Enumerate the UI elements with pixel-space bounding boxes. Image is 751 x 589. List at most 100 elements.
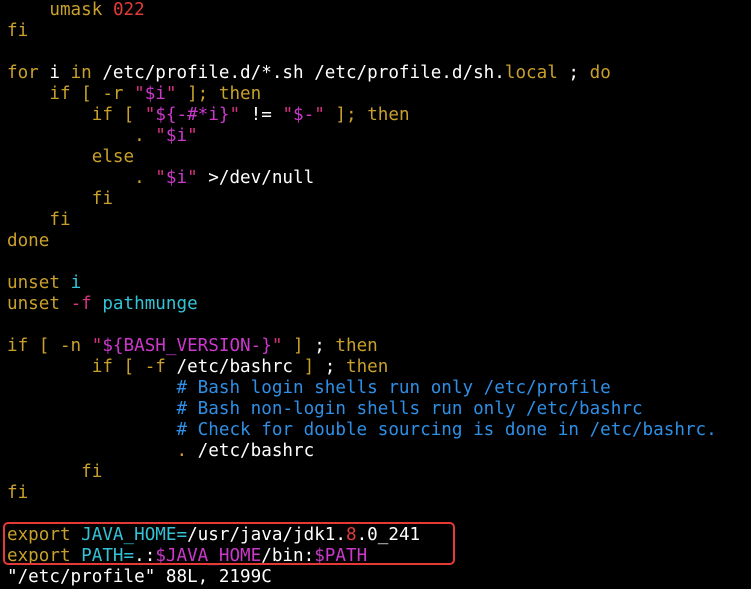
code-token-keyword: for: [7, 63, 39, 83]
code-token-keyword: export: [7, 546, 71, 566]
code-token-keyword: [: [123, 357, 135, 377]
code-line: if [ -r "$i" ]; then: [7, 84, 751, 105]
code-line: if [ "${-#*i}" != "$-" ]; then: [7, 105, 751, 126]
code-line: else: [7, 147, 751, 168]
code-token-string: ": [271, 336, 283, 356]
code-token-keyword: export: [7, 525, 71, 545]
code-token-string: ": [144, 105, 156, 125]
code-token-text: .0_241: [356, 525, 421, 545]
code-token-keyword: local: [504, 63, 558, 83]
code-token-keyword: else: [91, 147, 135, 167]
code-token-keyword: .: [134, 126, 145, 146]
code-token-string: -f: [70, 294, 92, 314]
code-line: for i in /etc/profile.d/*.sh /etc/profil…: [7, 63, 751, 84]
code-token-special: $i: [165, 168, 188, 188]
code-token-keyword: ]: [293, 336, 304, 356]
code-token-comment: # Bash non-login shells run only /etc/ba…: [176, 399, 643, 419]
code-token-text: i: [38, 63, 71, 83]
code-token-comment: # Check for double sourcing is done in /…: [176, 420, 717, 440]
code-token-keyword: [: [123, 105, 135, 125]
code-token-text: !=: [240, 105, 283, 125]
code-token-keyword: done: [7, 231, 50, 251]
code-token-keyword: [: [38, 336, 50, 356]
code-token-special: $JAVA_HOME: [155, 546, 262, 566]
code-token-keyword: if: [49, 84, 71, 104]
code-token-variable: JAVA_HOME=: [81, 525, 188, 545]
code-token-keyword: if: [91, 105, 113, 125]
terminal-buffer[interactable]: umask 022 fi for i in /etc/profile.d/*.sh…: [7, 0, 751, 589]
code-token-text: >/dev/null: [197, 168, 315, 188]
code-line: if [ -f /etc/bashrc ] ; then: [7, 357, 751, 378]
code-token-string: ": [187, 126, 198, 146]
code-token-comment: # Bash login shells run only /etc/profil…: [176, 378, 611, 398]
code-token-text: /etc/bashrc: [187, 441, 315, 461]
code-line: . "$i": [7, 126, 751, 147]
code-token-variable: i: [70, 273, 82, 293]
code-token-keyword: fi: [7, 483, 29, 503]
code-line: unset i: [7, 273, 751, 294]
code-token-text: ;: [557, 63, 590, 83]
code-token-keyword: in: [70, 63, 92, 83]
code-token-keyword: then: [367, 105, 410, 125]
code-token-keyword: ];: [187, 84, 209, 104]
code-line: # Bash login shells run only /etc/profil…: [7, 378, 751, 399]
code-token-keyword: ];: [335, 105, 357, 125]
code-token-keyword: fi: [49, 210, 71, 230]
code-line: fi: [7, 21, 751, 42]
code-token-keyword: then: [345, 357, 389, 377]
code-token-keyword: unset: [7, 273, 60, 293]
code-token-number: 022: [112, 0, 145, 20]
code-line: export JAVA_HOME=/usr/java/jdk1.8.0_241: [7, 525, 751, 546]
code-token-keyword: fi: [81, 462, 103, 482]
code-token-keyword: do: [589, 63, 611, 83]
code-token-keyword: if: [91, 357, 113, 377]
code-token-keyword: ]: [303, 357, 315, 377]
code-token-special: $PATH: [314, 546, 368, 566]
code-line: # Check for double sourcing is done in /…: [7, 420, 751, 441]
code-token-string: ": [91, 336, 103, 356]
code-line: done: [7, 231, 751, 252]
code-token-keyword: fi: [91, 189, 113, 209]
code-token-special: $i: [144, 84, 166, 104]
code-token-string: ": [134, 84, 145, 104]
file-info-status: "/etc/profile" 88L, 2199C: [7, 567, 272, 587]
code-token-string: ": [155, 126, 166, 146]
code-token-string: ": [165, 84, 177, 104]
code-line: # Bash non-login shells run only /etc/ba…: [7, 399, 751, 420]
code-token-keyword: if: [7, 336, 29, 356]
code-line: umask 022: [7, 0, 751, 21]
code-token-keyword: unset: [7, 294, 60, 314]
code-token-keyword: .: [176, 441, 188, 461]
code-line: . "$i" >/dev/null: [7, 168, 751, 189]
code-token-string: ": [282, 105, 294, 125]
code-token-string: ": [314, 105, 325, 125]
code-token-special: ${BASH_VERSION-}: [102, 336, 272, 356]
